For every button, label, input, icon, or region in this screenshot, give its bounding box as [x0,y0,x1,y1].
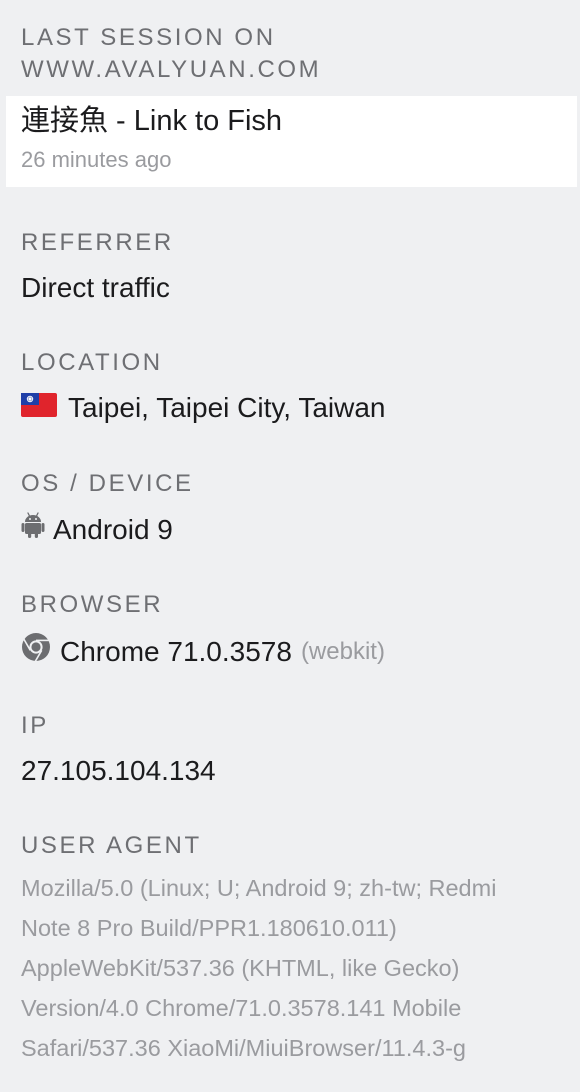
user-agent-line: Version/4.0 Chrome/71.0.3578.141 Mobile [21,995,462,1021]
visitor-details-panel: LAST SESSION ON WWW.AVALYUAN.COM 連接魚 - L… [0,0,580,1092]
user-agent-label: USER AGENT [21,832,202,859]
user-agent-section: USER AGENT Mozilla/5.0 (Linux; U; Androi… [0,830,580,1068]
session-time-ago: 26 minutes ago [21,147,172,172]
android-icon [21,511,45,548]
last-session-label-line2: WWW.AVALYUAN.COM [21,56,322,83]
os-device-section: OS / DEVICE Android 9 [0,468,580,548]
browser-section: BROWSER Chrome 71.0.3578 (webkit) [0,589,580,671]
user-agent-text: Mozilla/5.0 (Linux; U; Android 9; zh-tw;… [0,868,580,1068]
session-page-title[interactable]: 連接魚 - Link to Fish [21,103,282,139]
browser-value: Chrome 71.0.3578 [60,635,292,667]
location-label: LOCATION [21,349,163,376]
user-agent-line: AppleWebKit/537.36 (KHTML, like Gecko) [21,955,460,981]
referrer-label: REFERRER [21,229,174,256]
location-value: Taipei, Taipei City, Taiwan [68,392,386,423]
os-device-row: Android 9 [0,511,580,548]
location-section: LOCATION Taipei, Taipei City, Taiwan [0,347,580,426]
user-agent-line: Mozilla/5.0 (Linux; U; Android 9; zh-tw;… [21,875,497,901]
last-session-heading: LAST SESSION ON WWW.AVALYUAN.COM [0,22,342,86]
os-device-label: OS / DEVICE [21,470,194,497]
ip-section: IP 27.105.104.134 [0,710,580,789]
referrer-section: REFERRER Direct traffic [0,227,580,306]
browser-engine: (webkit) [300,637,385,665]
user-agent-line: Note 8 Pro Build/PPR1.180610.011) [21,915,397,941]
referrer-value: Direct traffic [21,272,170,303]
taiwan-flag-icon [21,390,57,426]
browser-label: BROWSER [21,591,164,618]
ip-label: IP [21,712,49,739]
user-agent-line: Safari/537.36 XiaoMi/MiuiBrowser/11.4.3-… [21,1035,466,1061]
ip-value: 27.105.104.134 [21,755,216,786]
browser-row: Chrome 71.0.3578 (webkit) [0,632,580,671]
last-session-label-line1: LAST SESSION ON [21,24,276,51]
chrome-icon [21,632,51,671]
location-row: Taipei, Taipei City, Taiwan [0,390,580,426]
os-device-value: Android 9 [53,513,173,545]
last-session-card[interactable]: 連接魚 - Link to Fish 26 minutes ago [6,96,577,187]
